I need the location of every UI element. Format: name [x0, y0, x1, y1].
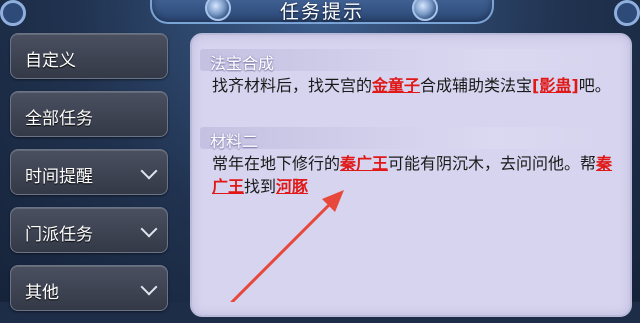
dialog-frame: 任务提示 自定义 全部任务 时间提醒 门派任务 其他 法宝合成 找齐材料后，找天… — [0, 0, 640, 317]
annotation-arrow — [230, 190, 344, 302]
arrow-shaft — [230, 196, 338, 302]
